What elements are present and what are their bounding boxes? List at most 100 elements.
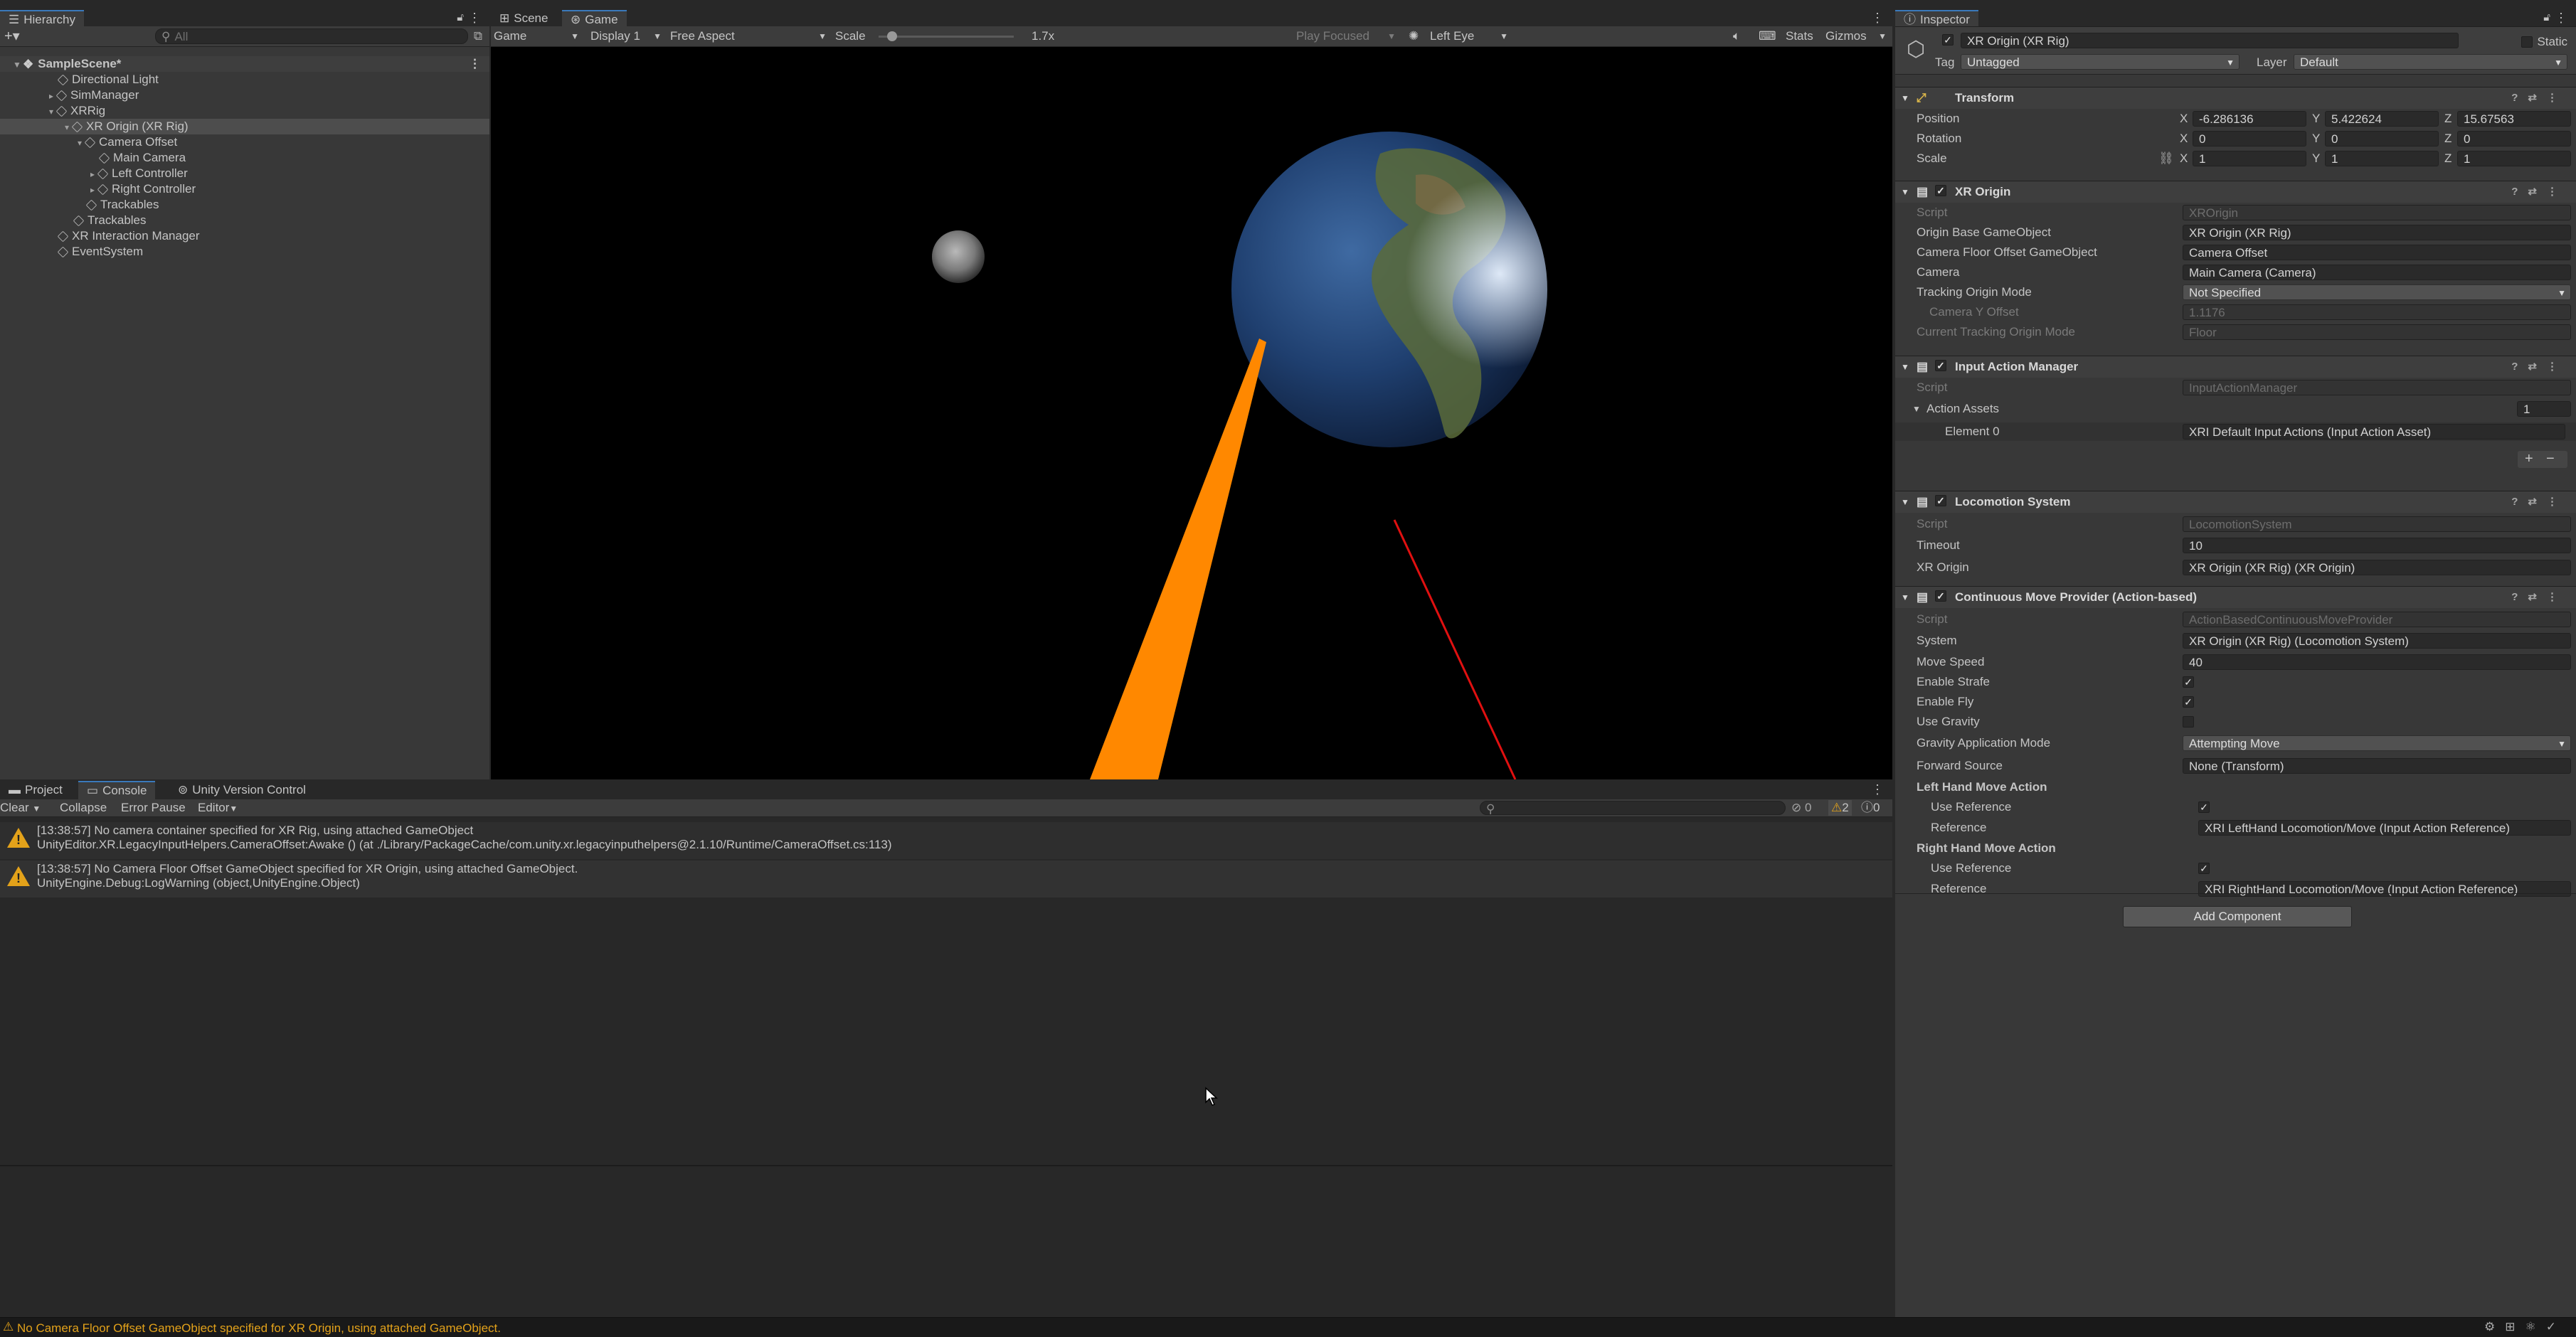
foldout-arrow-icon[interactable]: ▼ xyxy=(1912,400,1921,418)
locomotion-system-header[interactable]: ▼ ▤ ✓ Locomotion System ?⇄⋮ xyxy=(1895,491,2576,513)
right-hand-action-row[interactable]: Right Hand Move Action xyxy=(1895,839,2576,858)
editor-dropdown[interactable]: Editor▼ xyxy=(198,800,238,816)
use-gravity-checkbox[interactable] xyxy=(2183,716,2194,728)
component-header-icons[interactable]: ?⇄⋮ xyxy=(2511,181,2567,203)
right-reference-field[interactable]: XRI RightHand Locomotion/Move (Input Act… xyxy=(2198,881,2571,897)
console-search-input[interactable]: ⚲ xyxy=(1480,801,1786,815)
more-menu-icon[interactable]: ⋮ xyxy=(2555,11,2567,26)
scene-filter-icon[interactable]: ⧉ xyxy=(474,28,482,44)
forward-source-field[interactable]: None (Transform) xyxy=(2183,758,2571,774)
link-scale-icon[interactable]: ⛓︎ xyxy=(2158,149,2174,168)
tree-item-camera-offset[interactable]: ▾ Camera Offset xyxy=(0,134,489,150)
component-header-icons[interactable]: ?⇄⋮ xyxy=(2511,356,2567,378)
scale-x-field[interactable]: 1 xyxy=(2193,151,2306,166)
display-dropdown[interactable]: Display 1 ▼ xyxy=(590,28,662,44)
locomotion-enabled-checkbox[interactable]: ✓ xyxy=(1935,495,1946,506)
xr-origin-enabled-checkbox[interactable]: ✓ xyxy=(1935,185,1946,196)
foldout-arrow-icon[interactable]: ▼ xyxy=(1901,587,1909,608)
action-assets-count-field[interactable]: 1 xyxy=(2517,401,2571,417)
action-assets-row[interactable]: ▼ Action Assets 1 xyxy=(1895,400,2576,418)
gizmos-dropdown[interactable]: Gizmos ▼ xyxy=(1825,28,1887,44)
lock-icon[interactable]: 🔓︎ xyxy=(2543,11,2550,23)
left-hand-action-row[interactable]: Left Hand Move Action xyxy=(1895,778,2576,797)
game-viewport[interactable] xyxy=(491,47,1892,779)
active-checkbox[interactable]: ✓ xyxy=(1942,34,1954,46)
camera-field[interactable]: Main Camera (Camera) xyxy=(2183,265,2571,280)
foldout-arrow-icon[interactable]: ▼ xyxy=(1901,181,1909,203)
tracking-mode-dropdown[interactable]: Not Specified ▼ xyxy=(2183,284,2571,300)
shortcuts-icon[interactable]: ⌨︎ xyxy=(1759,28,1776,44)
scale-slider[interactable] xyxy=(879,31,1014,41)
tab-inspector[interactable]: ⓘ Inspector xyxy=(1895,10,1978,26)
expand-arrow-icon[interactable]: ▼ xyxy=(11,57,23,73)
error-filter-toggle[interactable]: ⊘ 0 xyxy=(1791,800,1811,816)
aspect-dropdown[interactable]: Free Aspect ▼ xyxy=(670,28,827,44)
input-action-manager-header[interactable]: ▼ ▤ ✓ Input Action Manager ?⇄⋮ xyxy=(1895,356,2576,378)
hierarchy-search-input[interactable]: ⚲ All xyxy=(155,28,468,44)
scene-more-icon[interactable]: ⋮ xyxy=(469,56,481,72)
right-use-reference-checkbox[interactable]: ✓ xyxy=(2198,863,2210,874)
scale-y-field[interactable]: 1 xyxy=(2325,151,2439,166)
enable-strafe-checkbox[interactable]: ✓ xyxy=(2183,676,2194,688)
xr-origin-header[interactable]: ▼ ▤ ✓ XR Origin ?⇄⋮ xyxy=(1895,181,2576,203)
object-name-field[interactable]: XR Origin (XR Rig) xyxy=(1961,33,2459,48)
error-pause-button[interactable]: Error Pause xyxy=(121,800,186,816)
static-toggle[interactable]: Static xyxy=(2521,34,2567,49)
left-use-reference-checkbox[interactable]: ✓ xyxy=(2198,801,2210,813)
tree-item-xrrig[interactable]: ▾ XRRig xyxy=(0,103,489,119)
rotation-y-field[interactable]: 0 xyxy=(2325,131,2439,147)
tab-version-control[interactable]: ⊚ Unity Version Control xyxy=(169,781,314,799)
warning-filter-toggle[interactable]: ⚠2 xyxy=(1828,800,1852,816)
rotation-x-field[interactable]: 0 xyxy=(2193,131,2306,147)
tab-game[interactable]: ⊛ Game xyxy=(562,10,627,26)
tree-item-right-controller[interactable]: ▸ Right Controller xyxy=(0,181,489,197)
component-header-icons[interactable]: ?⇄⋮ xyxy=(2511,491,2567,513)
tree-item-xr-origin[interactable]: ▾ XR Origin (XR Rig) xyxy=(0,119,489,134)
status-message[interactable]: No Camera Floor Offset GameObject specif… xyxy=(17,1321,501,1336)
expand-arrow-icon[interactable]: ▾ xyxy=(61,119,73,135)
layer-dropdown[interactable]: Default ▼ xyxy=(2294,54,2567,70)
more-menu-icon[interactable]: ⋮ xyxy=(1871,11,1884,26)
tree-item-directional-light[interactable]: Directional Light xyxy=(0,72,489,87)
eye-dropdown[interactable]: Left Eye ▼ xyxy=(1430,28,1508,44)
position-z-field[interactable]: 15.67563 xyxy=(2457,111,2571,127)
tree-item-simmanager[interactable]: ▸ SimManager xyxy=(0,87,489,103)
add-element-button[interactable]: + xyxy=(2525,451,2533,467)
collapse-arrow-icon[interactable]: ▸ xyxy=(46,88,57,104)
collapse-arrow-icon[interactable]: ▸ xyxy=(87,166,98,182)
foldout-arrow-icon[interactable]: ▼ xyxy=(1901,356,1909,378)
tab-console[interactable]: ▭ Console xyxy=(78,781,156,799)
status-bar-icons[interactable]: ⚙⊞⚛✓ xyxy=(2484,1320,2566,1334)
scale-slider-handle[interactable] xyxy=(887,31,897,41)
tree-item-left-controller[interactable]: ▸ Left Controller xyxy=(0,166,489,181)
lock-icon[interactable]: 🔓︎ xyxy=(457,11,464,23)
scale-z-field[interactable]: 1 xyxy=(2457,151,2571,166)
static-checkbox[interactable] xyxy=(2521,36,2533,48)
timeout-field[interactable]: 10 xyxy=(2183,538,2571,553)
console-message[interactable]: ! [13:38:57] No camera container specifi… xyxy=(0,822,1892,859)
expand-arrow-icon[interactable]: ▾ xyxy=(46,104,57,119)
gravity-mode-dropdown[interactable]: Attempting Move ▼ xyxy=(2183,735,2571,751)
foldout-arrow-icon[interactable]: ▼ xyxy=(1901,491,1909,513)
play-focused-dropdown[interactable]: Play Focused ▼ xyxy=(1296,28,1396,44)
move-provider-enabled-checkbox[interactable]: ✓ xyxy=(1935,590,1946,602)
element-0-field[interactable]: XRI Default Input Actions (Input Action … xyxy=(2183,424,2565,440)
transform-header[interactable]: ▼ ⤢ Transform ?⇄⋮ xyxy=(1895,87,2576,109)
add-component-button[interactable]: Add Component xyxy=(2123,906,2352,927)
expand-arrow-icon[interactable]: ▾ xyxy=(74,135,85,151)
input-manager-enabled-checkbox[interactable]: ✓ xyxy=(1935,360,1946,371)
tag-dropdown[interactable]: Untagged ▼ xyxy=(1961,54,2240,70)
add-object-button[interactable]: +▾ xyxy=(4,28,20,44)
position-x-field[interactable]: -6.286136 xyxy=(2193,111,2306,127)
more-menu-icon[interactable]: ⋮ xyxy=(468,11,481,26)
component-header-icons[interactable]: ?⇄⋮ xyxy=(2511,87,2567,109)
clear-button[interactable]: Clear ▼ xyxy=(0,800,41,816)
collapse-arrow-icon[interactable]: ▸ xyxy=(87,182,98,198)
mute-audio-icon[interactable]: 🔈︎ xyxy=(1733,28,1740,44)
xr-origin-ref-field[interactable]: XR Origin (XR Rig) (XR Origin) xyxy=(2183,560,2571,575)
left-reference-field[interactable]: XRI LeftHand Locomotion/Move (Input Acti… xyxy=(2198,820,2571,836)
tab-scene[interactable]: ⊞ Scene xyxy=(491,10,556,26)
component-header-icons[interactable]: ?⇄⋮ xyxy=(2511,587,2567,608)
tree-item-scene[interactable]: ▼ ❖ SampleScene* ⋮ xyxy=(0,56,489,72)
tree-item-xr-interaction-manager[interactable]: XR Interaction Manager xyxy=(0,228,489,244)
